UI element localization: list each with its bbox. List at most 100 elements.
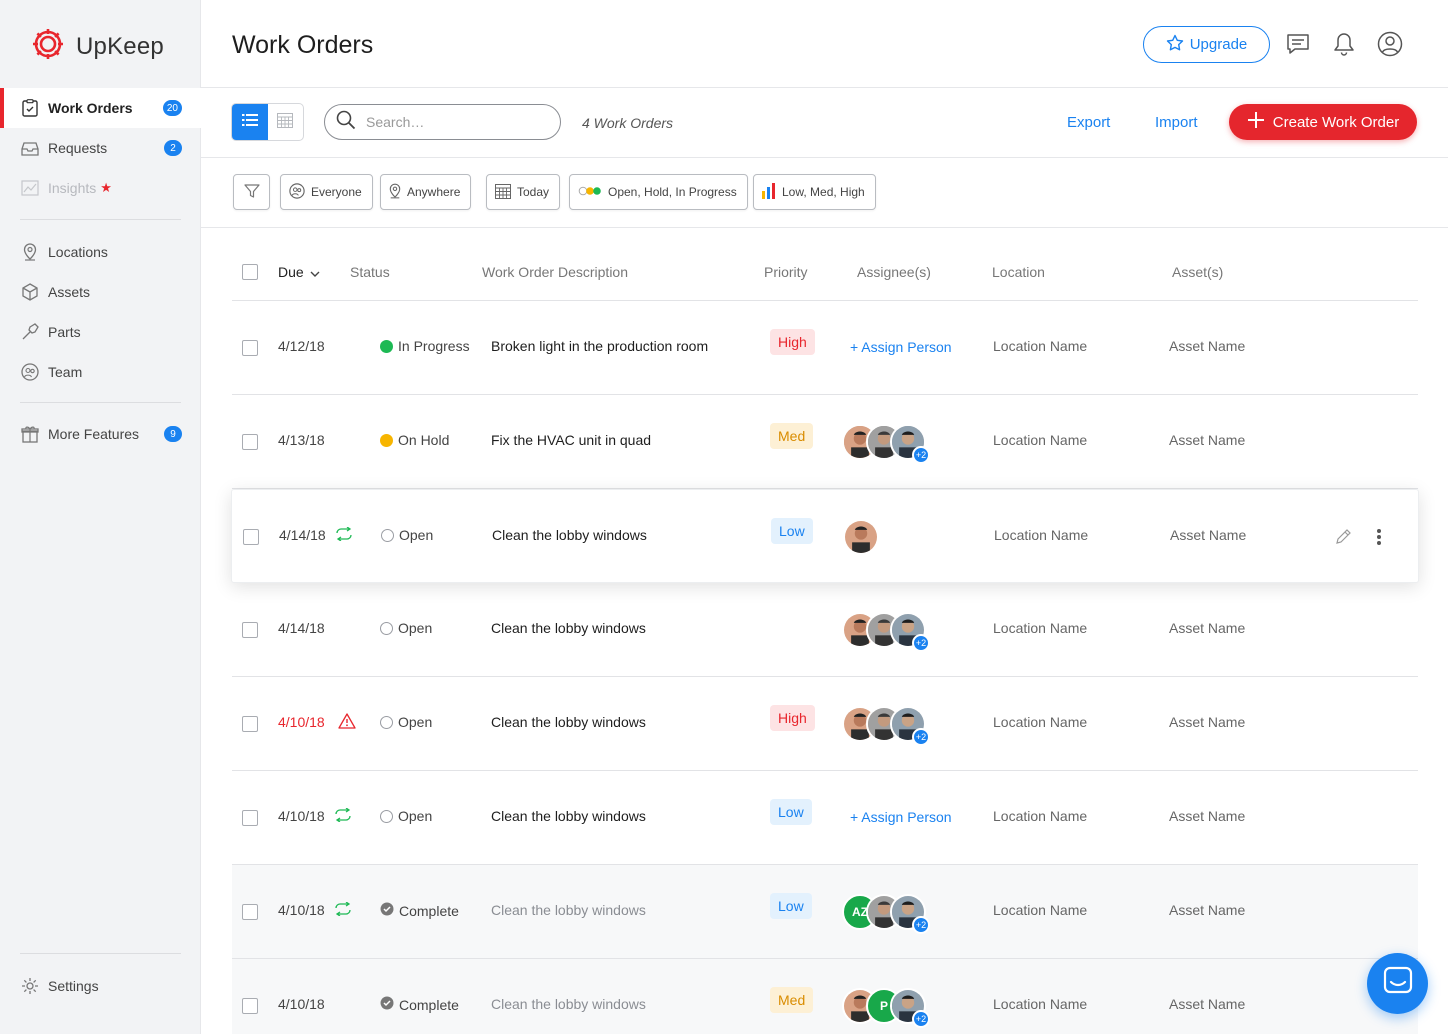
asset-cell: Asset Name bbox=[1169, 338, 1246, 354]
asset-cell: Asset Name bbox=[1169, 714, 1246, 730]
status-label: Complete bbox=[399, 902, 459, 919]
row-checkbox[interactable] bbox=[242, 622, 258, 638]
table-row[interactable]: 4/10/18 Complete Clean the lobby windows… bbox=[232, 865, 1418, 959]
logo[interactable]: UpKeep bbox=[30, 26, 164, 67]
column-header-assignees[interactable]: Assignee(s) bbox=[857, 264, 931, 280]
search-input[interactable] bbox=[366, 114, 536, 130]
row-checkbox[interactable] bbox=[242, 998, 258, 1014]
chat-support-button[interactable] bbox=[1367, 953, 1428, 1014]
work-order-description[interactable]: Clean the lobby windows bbox=[491, 996, 646, 1012]
priority-badge: High bbox=[770, 705, 815, 731]
assignee-avatars[interactable]: +2 bbox=[842, 612, 930, 652]
calendar-icon bbox=[495, 183, 511, 202]
status-label: Complete bbox=[399, 996, 459, 1013]
assignee-avatars[interactable]: P +2 bbox=[842, 988, 930, 1028]
priority-badge: Low bbox=[770, 893, 812, 919]
sidebar-item-locations[interactable]: Locations bbox=[0, 232, 201, 272]
filter-assignee[interactable]: Everyone bbox=[280, 174, 373, 210]
upgrade-button[interactable]: Upgrade bbox=[1143, 26, 1270, 63]
chevron-down-icon bbox=[310, 264, 320, 280]
sidebar-item-insights[interactable]: Insights ★ bbox=[0, 168, 201, 208]
row-checkbox[interactable] bbox=[242, 434, 258, 450]
column-header-assets[interactable]: Asset(s) bbox=[1172, 264, 1223, 280]
row-checkbox[interactable] bbox=[242, 810, 258, 826]
filter-status[interactable]: Open, Hold, In Progress bbox=[569, 174, 748, 210]
row-checkbox[interactable] bbox=[242, 340, 258, 356]
assign-person-link[interactable]: + Assign Person bbox=[850, 809, 952, 825]
chat-icon[interactable] bbox=[1283, 29, 1313, 59]
sidebar-item-team[interactable]: Team bbox=[0, 352, 201, 392]
import-button[interactable]: Import bbox=[1155, 114, 1198, 131]
due-date: 4/13/18 bbox=[278, 432, 325, 448]
create-work-order-label: Create Work Order bbox=[1272, 113, 1400, 131]
table-row[interactable]: 4/13/18 On Hold Fix the HVAC unit in qua… bbox=[232, 395, 1418, 489]
page-header: Work Orders Upgrade bbox=[201, 0, 1448, 88]
work-order-description[interactable]: Broken light in the production room bbox=[491, 338, 708, 354]
table-row[interactable]: 4/10/18 Open Clean the lobby windows Low… bbox=[232, 771, 1418, 865]
table-row[interactable]: 4/12/18 In Progress Broken light in the … bbox=[232, 301, 1418, 395]
work-order-description[interactable]: Fix the HVAC unit in quad bbox=[491, 432, 651, 448]
select-all-checkbox[interactable] bbox=[242, 264, 258, 280]
location-cell: Location Name bbox=[993, 808, 1088, 824]
list-view-button[interactable] bbox=[232, 104, 268, 140]
filter-label: Low, Med, High bbox=[782, 185, 865, 199]
sidebar-item-work-orders[interactable]: Work Orders 20 bbox=[0, 88, 201, 128]
create-work-order-button[interactable]: Create Work Order bbox=[1229, 104, 1417, 140]
row-checkbox[interactable] bbox=[242, 904, 258, 920]
assignee-avatars[interactable]: +2 bbox=[842, 424, 930, 464]
table-row[interactable]: 4/10/18 Complete Clean the lobby windows… bbox=[232, 959, 1418, 1034]
status-cell: Open bbox=[380, 620, 432, 636]
user-profile-icon[interactable] bbox=[1375, 29, 1405, 59]
assignee-avatars[interactable]: +2 bbox=[842, 706, 930, 746]
wrench-icon bbox=[20, 322, 40, 342]
status-dot-icon bbox=[380, 339, 393, 353]
work-order-description[interactable]: Clean the lobby windows bbox=[491, 620, 646, 636]
status-label: In Progress bbox=[398, 338, 470, 354]
assign-person-link[interactable]: + Assign Person bbox=[850, 339, 952, 355]
table-row[interactable]: 4/14/18 Open Clean the lobby windows Low… bbox=[231, 489, 1419, 583]
warning-triangle-icon bbox=[338, 713, 356, 732]
status-dot-icon bbox=[380, 433, 393, 447]
edit-pencil-icon[interactable] bbox=[1334, 528, 1352, 549]
status-label: Open bbox=[398, 620, 433, 636]
sidebar-nav-more: More Features 9 bbox=[0, 414, 201, 454]
upgrade-label: Upgrade bbox=[1189, 36, 1248, 53]
inbox-icon bbox=[20, 138, 40, 158]
repeat-icon bbox=[335, 526, 353, 544]
sidebar-item-assets[interactable]: Assets bbox=[0, 272, 201, 312]
more-options-icon[interactable] bbox=[1376, 528, 1382, 549]
filter-date[interactable]: Today bbox=[486, 174, 561, 210]
work-order-description[interactable]: Clean the lobby windows bbox=[491, 808, 646, 824]
bell-icon[interactable] bbox=[1329, 29, 1359, 59]
table-row[interactable]: 4/10/18 Open Clean the lobby windows Hig… bbox=[232, 677, 1418, 771]
row-checkbox[interactable] bbox=[242, 716, 258, 732]
sidebar-item-label: Settings bbox=[48, 978, 99, 994]
column-header-due[interactable]: Due bbox=[278, 264, 320, 280]
sidebar-item-requests[interactable]: Requests 2 bbox=[0, 128, 201, 168]
calendar-view-button[interactable] bbox=[268, 104, 304, 140]
assignee-avatars[interactable]: AZ +2 bbox=[842, 894, 930, 934]
column-header-description[interactable]: Work Order Description bbox=[482, 264, 628, 280]
funnel-icon bbox=[243, 183, 260, 201]
sidebar-item-more-features[interactable]: More Features 9 bbox=[0, 414, 201, 454]
column-header-location[interactable]: Location bbox=[992, 264, 1045, 280]
sidebar-item-parts[interactable]: Parts bbox=[0, 312, 201, 352]
work-order-description[interactable]: Clean the lobby windows bbox=[491, 714, 646, 730]
sidebar-nav-settings: Settings bbox=[0, 966, 201, 1006]
work-order-description[interactable]: Clean the lobby windows bbox=[492, 527, 647, 543]
filter-priority[interactable]: Low, Med, High bbox=[753, 174, 876, 210]
due-date: 4/10/18 bbox=[278, 808, 325, 824]
filter-location[interactable]: Anywhere bbox=[380, 174, 472, 210]
column-header-priority[interactable]: Priority bbox=[764, 264, 808, 280]
asset-cell: Asset Name bbox=[1169, 996, 1246, 1012]
table-row[interactable]: 4/14/18 Open Clean the lobby windows +2 … bbox=[232, 583, 1418, 677]
row-checkbox[interactable] bbox=[243, 529, 259, 545]
column-header-status[interactable]: Status bbox=[350, 264, 390, 280]
sidebar-item-settings[interactable]: Settings bbox=[0, 966, 201, 1006]
filter-button[interactable] bbox=[233, 174, 270, 210]
work-order-description[interactable]: Clean the lobby windows bbox=[491, 902, 646, 918]
assignee-avatars[interactable] bbox=[843, 519, 879, 555]
search-box[interactable] bbox=[324, 104, 561, 140]
calendar-grid-icon bbox=[277, 112, 294, 133]
export-button[interactable]: Export bbox=[1067, 114, 1110, 131]
